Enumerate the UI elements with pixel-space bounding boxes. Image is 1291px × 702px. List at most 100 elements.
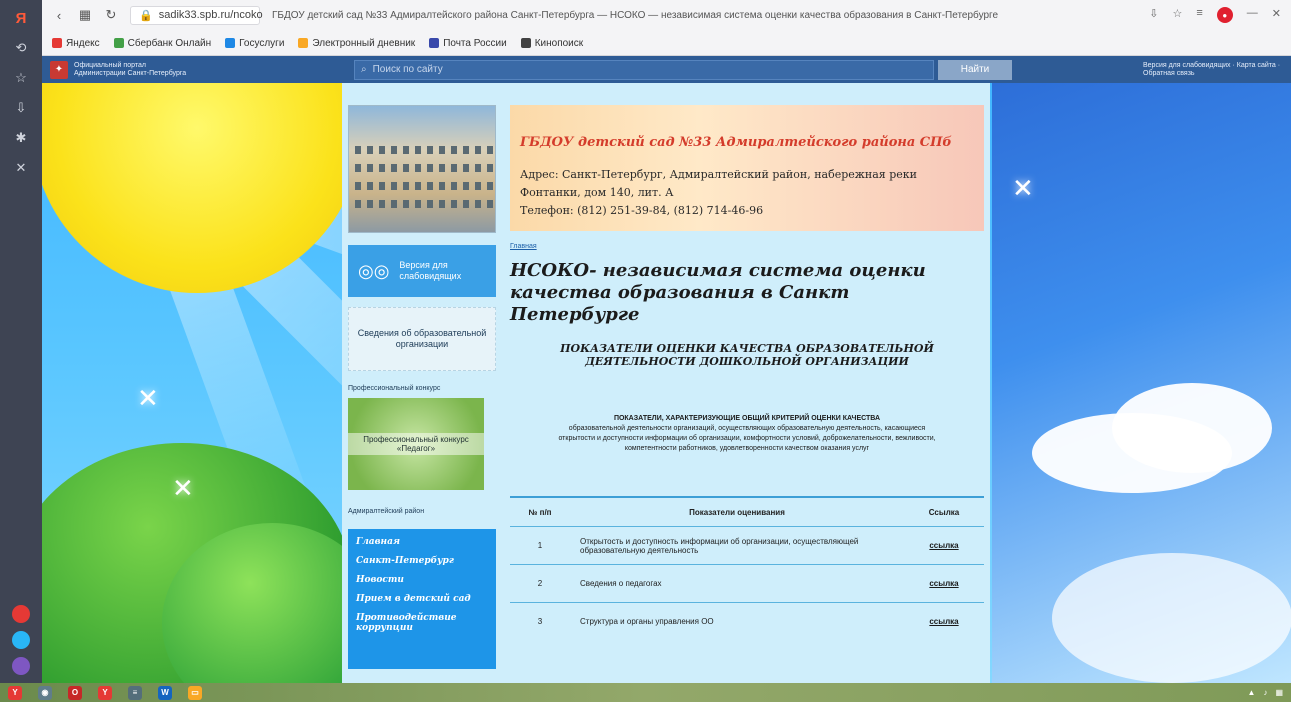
side-menu-item[interactable]: Главная — [356, 537, 488, 547]
bookmark-label: Электронный дневник — [312, 37, 416, 49]
download-icon[interactable]: ⇩ — [1149, 7, 1158, 23]
word-taskbar-icon[interactable]: W — [158, 685, 172, 700]
side-menu-item[interactable]: Санкт-Петербург — [356, 556, 488, 566]
folder-taskbar-icon[interactable]: ▭ — [188, 685, 202, 700]
bookmark-item[interactable]: Яндекс — [52, 38, 100, 49]
building-window — [391, 200, 397, 208]
menu-icon[interactable]: ≡ — [1196, 7, 1202, 23]
vision-impaired-label: Версия для слабовидящих — [399, 260, 462, 281]
criteria-intro: ПОКАЗАТЕЛИ, ХАРАКТЕРИЗУЮЩИЕ ОБЩИЙ КРИТЕР… — [550, 414, 944, 454]
side-menu: Главная Санкт-Петербург Новости Прием в дет… — [348, 529, 496, 669]
spb-emblem-icon[interactable]: ✦ — [50, 60, 68, 79]
side-menu-item[interactable]: Прием в детский сад — [356, 594, 488, 604]
yandex-taskbar-icon[interactable]: Y — [98, 685, 112, 700]
side-menu-item[interactable]: Противодействие коррупции — [356, 613, 488, 633]
notifications-icon[interactable] — [12, 605, 30, 623]
header-banner: ГБДОУ детский сад №33 Адмиралтейского ра… — [510, 105, 984, 231]
address-bar[interactable]: 🔒 sadik33.spb.ru/ncoko — [130, 5, 263, 25]
opera-taskbar-icon[interactable]: O — [68, 685, 82, 700]
org-info-link[interactable]: Сведения об образовательной организации — [348, 307, 496, 371]
site-search-input[interactable]: ⌕ Поиск по сайту — [354, 59, 934, 80]
building-photo — [348, 105, 496, 233]
gov-right-links[interactable]: Версия для слабовидящих · Карта сайта · … — [1143, 62, 1283, 78]
bookmark-favicon-icon — [298, 38, 309, 48]
bookmark-item[interactable]: Госуслуги — [225, 38, 284, 49]
row-criteria: Структура и органы управления ОО — [580, 617, 714, 626]
favorites-icon[interactable]: ☆ — [11, 68, 31, 88]
history-icon[interactable]: ⟲ — [11, 38, 31, 58]
volume-icon[interactable]: ♪ — [1263, 688, 1267, 697]
lock-icon: 🔒 — [139, 9, 153, 22]
row-criteria: Открытость и доступность информации об о… — [580, 536, 859, 555]
left-column: ◎◎ Версия для слабовидящих Сведения об о… — [342, 83, 502, 683]
alice-icon[interactable] — [12, 657, 30, 675]
address-text: sadik33.spb.ru/ncoko — [158, 9, 263, 21]
profile-avatar[interactable]: ● — [1216, 7, 1233, 23]
building-window — [439, 200, 445, 208]
glasses-icon: ◎◎ — [358, 260, 390, 281]
building-window — [367, 164, 373, 172]
browser-sidebar: Я ⟲ ☆ ⇩ ✱ ✕ — [0, 0, 42, 683]
find-button[interactable]: Найти — [938, 59, 1012, 80]
row-number: 1 — [537, 541, 543, 550]
row-link[interactable]: ссылка — [904, 579, 984, 588]
vision-impaired-button[interactable]: ◎◎ Версия для слабовидящих — [348, 245, 496, 297]
header-criteria: Показатели оценивания — [689, 507, 785, 517]
close-window-icon[interactable]: ✕ — [1272, 7, 1281, 23]
messenger-icon[interactable] — [12, 631, 30, 649]
building-window — [367, 182, 373, 190]
row-number: 2 — [537, 579, 543, 588]
row-link[interactable]: ссылка — [904, 541, 984, 550]
tabs-icon[interactable]: ▦ — [78, 7, 92, 23]
extensions-icon[interactable]: ✱ — [11, 128, 31, 148]
bookmark-item[interactable]: Электронный дневник — [298, 38, 415, 49]
bookmark-favicon-icon — [429, 38, 440, 48]
building-window — [355, 146, 361, 154]
downloads-icon[interactable]: ⇩ — [11, 98, 31, 118]
back-icon[interactable]: ‹ — [52, 8, 66, 23]
bookmark-item[interactable]: Почта России — [429, 38, 507, 49]
building-window — [403, 146, 409, 154]
bookmark-favicon-icon — [225, 38, 236, 48]
side-menu-item[interactable]: Новости — [356, 575, 488, 585]
building-window — [427, 182, 433, 190]
search-icon: ⌕ — [361, 64, 367, 75]
criteria-intro-title: ПОКАЗАТЕЛИ, ХАРАКТЕРИЗУЮЩИЕ ОБЩИЙ КРИТЕР… — [613, 415, 881, 422]
table-row: 2 Сведения о педагогах ссылка — [510, 564, 984, 602]
building-window — [439, 182, 445, 190]
building-window — [487, 164, 493, 172]
district-caption: Адмиралтейский район — [348, 508, 425, 515]
sun-illustration — [42, 83, 362, 293]
table-row: 3 Структура и органы управления ОО ссылк… — [510, 602, 984, 640]
contest-banner-text: Профессиональный конкурс «Педагог» — [348, 433, 484, 455]
bookmark-label: Кинопоиск — [534, 37, 584, 49]
building-window — [451, 182, 457, 190]
building-window — [379, 200, 385, 208]
breadcrumb[interactable]: Главная — [510, 243, 984, 250]
settings-icon[interactable]: ✕ — [11, 158, 31, 178]
explorer-taskbar-icon[interactable]: ◉ — [38, 685, 52, 700]
building-window — [427, 200, 433, 208]
yandex-browser-taskbar-icon[interactable]: Y — [8, 685, 22, 700]
yandex-logo-icon[interactable]: Я — [11, 8, 31, 28]
minimize-icon[interactable]: — — [1247, 7, 1258, 23]
table-row: 1 Открытость и доступность информации об… — [510, 526, 984, 564]
bookmark-label: Госуслуги — [239, 37, 285, 49]
criteria-intro-body: образовательной деятельности организаций… — [558, 425, 936, 452]
bookmark-item[interactable]: Кинопоиск — [520, 37, 584, 49]
reload-icon[interactable]: ↻ — [104, 7, 118, 23]
row-number: 3 — [537, 617, 543, 626]
bookmark-icon[interactable]: ☆ — [1172, 7, 1182, 23]
gov-portal-title[interactable]: Официальный портал Администрации Санкт-П… — [74, 62, 194, 78]
building-window — [391, 164, 397, 172]
language-icon[interactable]: ▦ — [1275, 688, 1283, 697]
building-window — [487, 146, 493, 154]
row-link[interactable]: ссылка — [904, 617, 984, 626]
bookmark-item[interactable]: Сбербанк Онлайн — [113, 38, 211, 49]
page-title: ГБДОУ детский сад №33 Адмиралтейского ра… — [272, 9, 999, 21]
contest-banner[interactable]: Профессиональный конкурс «Педагог» — [348, 398, 484, 490]
network-icon[interactable]: ▲ — [1248, 688, 1256, 697]
building-window — [463, 146, 469, 154]
app-taskbar-icon[interactable]: ≡ — [128, 685, 142, 700]
search-placeholder: Поиск по сайту — [372, 64, 443, 75]
